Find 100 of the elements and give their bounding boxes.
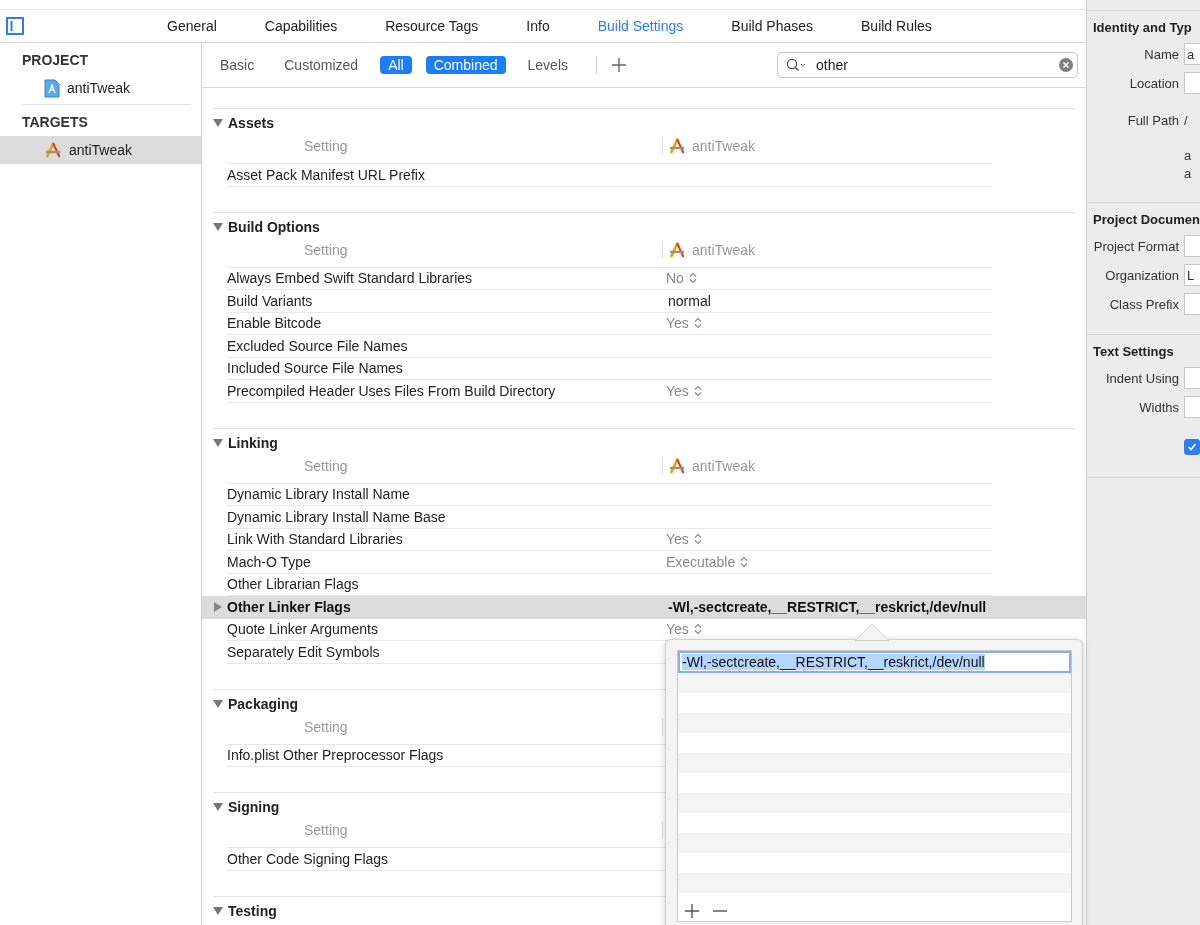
search-icon[interactable] bbox=[786, 58, 806, 72]
path-text: / bbox=[1184, 112, 1189, 130]
disclosure-triangle-icon[interactable] bbox=[213, 905, 223, 916]
setting-value: normal bbox=[667, 292, 711, 309]
setting-row[interactable]: Excluded Source File Names bbox=[202, 335, 1086, 358]
field-label: Indent Using bbox=[1105, 370, 1179, 386]
input-field[interactable]: a bbox=[1184, 43, 1200, 65]
section-title: Packaging bbox=[228, 695, 299, 712]
setting-row[interactable]: Other Linker Flags -Wl,-sectcreate,__RESTRICT,__reskrict,/dev/null bbox=[202, 596, 1086, 619]
field-label: Class Prefix bbox=[1108, 296, 1179, 312]
updown-icon[interactable] bbox=[693, 317, 702, 330]
view-tab[interactable]: Levels bbox=[519, 56, 576, 74]
plus-icon[interactable] bbox=[684, 903, 700, 919]
disclosure-triangle-icon[interactable] bbox=[213, 802, 223, 812]
search-field[interactable]: other bbox=[777, 52, 1078, 78]
setting-name: Separately Edit Symbols bbox=[227, 643, 381, 660]
setting-name: Included Source File Names bbox=[227, 360, 404, 377]
setting-name: Link With Standard Libraries bbox=[227, 531, 404, 548]
clear-icon[interactable] bbox=[1059, 58, 1073, 72]
column-header: Setting bbox=[303, 822, 349, 838]
disclosure-triangle-icon[interactable] bbox=[213, 602, 223, 613]
setting-row[interactable]: Always Embed Swift Standard Libraries No bbox=[202, 267, 1086, 290]
field-label: Name bbox=[1143, 46, 1179, 62]
tab[interactable]: Capabilities bbox=[264, 18, 338, 34]
updown-icon[interactable] bbox=[693, 384, 702, 397]
item-label: antiTweak bbox=[67, 80, 131, 96]
field-label: Organization bbox=[1104, 267, 1179, 283]
tab[interactable]: General bbox=[167, 18, 217, 34]
setting-value: Yes bbox=[666, 531, 689, 548]
checkbox[interactable] bbox=[1184, 439, 1200, 455]
disclosure-triangle-icon[interactable] bbox=[213, 698, 223, 709]
setting-row[interactable]: Dynamic Library Install Name Base bbox=[202, 506, 1086, 529]
section-title: Signing bbox=[228, 799, 280, 815]
sidebar-item[interactable]: antiTweak bbox=[0, 136, 201, 164]
document-icon bbox=[44, 78, 60, 98]
tools-icon bbox=[668, 240, 686, 259]
path-text: a bbox=[1184, 165, 1193, 183]
tab[interactable]: Resource Tags bbox=[385, 18, 479, 34]
tab[interactable]: Build Settings bbox=[597, 18, 684, 34]
column-header: Setting bbox=[303, 241, 349, 258]
sidebar-item[interactable]: antiTweak bbox=[0, 74, 201, 102]
setting-value: Executable bbox=[666, 553, 736, 570]
setting-name: Dynamic Library Install Name bbox=[227, 486, 411, 503]
tools-icon bbox=[44, 141, 62, 159]
updown-icon[interactable] bbox=[688, 272, 697, 285]
checkmark-icon bbox=[1187, 442, 1197, 452]
setting-name: Mach-O Type bbox=[227, 553, 312, 570]
setting-row[interactable]: Build Variants normal bbox=[202, 290, 1086, 313]
filter-tab[interactable]: Basic bbox=[212, 56, 263, 74]
input-field[interactable]: -Wl,-sectcreate,__RESTRICT,__reskrict,/dev/null bbox=[678, 651, 1071, 673]
filter-tab[interactable]: Customized bbox=[276, 56, 367, 74]
item-label: antiTweak bbox=[69, 142, 133, 158]
setting-name: Other Librarian Flags bbox=[227, 576, 360, 593]
setting-value: Yes bbox=[666, 621, 689, 638]
setting-name: Quote Linker Arguments bbox=[227, 621, 379, 638]
setting-row[interactable]: Dynamic Library Install Name bbox=[202, 483, 1086, 506]
disclosure-triangle-icon[interactable] bbox=[213, 437, 223, 448]
sidebar-toggle-icon[interactable] bbox=[6, 17, 24, 35]
section-title: Text Settings bbox=[1093, 342, 1175, 361]
column-header: antiTweak bbox=[692, 138, 756, 154]
field-label: Project Format bbox=[1093, 238, 1179, 254]
setting-row[interactable]: Precompiled Header Uses Files From Build Directory Yes bbox=[202, 380, 1086, 403]
setting-row[interactable]: Asset Pack Manifest URL Prefix bbox=[202, 164, 1086, 187]
disclosure-triangle-icon[interactable] bbox=[213, 221, 223, 232]
updown-icon[interactable] bbox=[740, 555, 749, 568]
field-label: Full Path bbox=[1126, 112, 1179, 130]
setting-name: Always Embed Swift Standard Libraries bbox=[227, 270, 474, 287]
section-title: Project Documen bbox=[1093, 210, 1200, 229]
tab[interactable]: Build Rules bbox=[861, 18, 932, 34]
column-header: Setting bbox=[303, 718, 349, 735]
view-tab[interactable]: Combined bbox=[425, 56, 506, 74]
disclosure-triangle-icon[interactable] bbox=[213, 118, 223, 128]
tab[interactable]: Build Phases bbox=[731, 18, 813, 34]
column-header: Setting bbox=[303, 138, 349, 154]
setting-row[interactable]: Link With Standard Libraries Yes bbox=[202, 528, 1086, 551]
updown-icon[interactable] bbox=[693, 623, 702, 636]
tools-icon bbox=[668, 137, 686, 155]
tools-icon bbox=[668, 456, 686, 475]
section-title: Identity and Typ bbox=[1093, 18, 1193, 37]
setting-name: Asset Pack Manifest URL Prefix bbox=[227, 166, 426, 183]
input-field[interactable]: L bbox=[1184, 264, 1200, 286]
setting-name: Info.plist Other Preprocessor Flags bbox=[227, 747, 445, 764]
section-title: Testing bbox=[228, 902, 277, 919]
section-title: Assets bbox=[228, 115, 274, 131]
plus-icon[interactable] bbox=[611, 57, 627, 73]
setting-row[interactable]: Included Source File Names bbox=[202, 357, 1086, 380]
updown-icon[interactable] bbox=[693, 533, 702, 546]
field-label: Widths bbox=[1138, 399, 1179, 415]
setting-row[interactable]: Enable Bitcode Yes bbox=[202, 312, 1086, 335]
setting-name: Excluded Source File Names bbox=[227, 337, 409, 354]
section-title: Linking bbox=[228, 434, 278, 451]
setting-value: No bbox=[666, 270, 684, 287]
setting-row[interactable]: Mach-O Type Executable bbox=[202, 551, 1086, 574]
column-header: antiTweak bbox=[692, 241, 756, 258]
setting-value: Yes bbox=[666, 315, 689, 332]
tab[interactable]: Info bbox=[526, 18, 550, 34]
filter-tab[interactable]: All bbox=[380, 56, 412, 74]
setting-name: Build Variants bbox=[227, 292, 314, 309]
path-text: a bbox=[1184, 147, 1193, 165]
setting-value: Yes bbox=[666, 382, 689, 399]
